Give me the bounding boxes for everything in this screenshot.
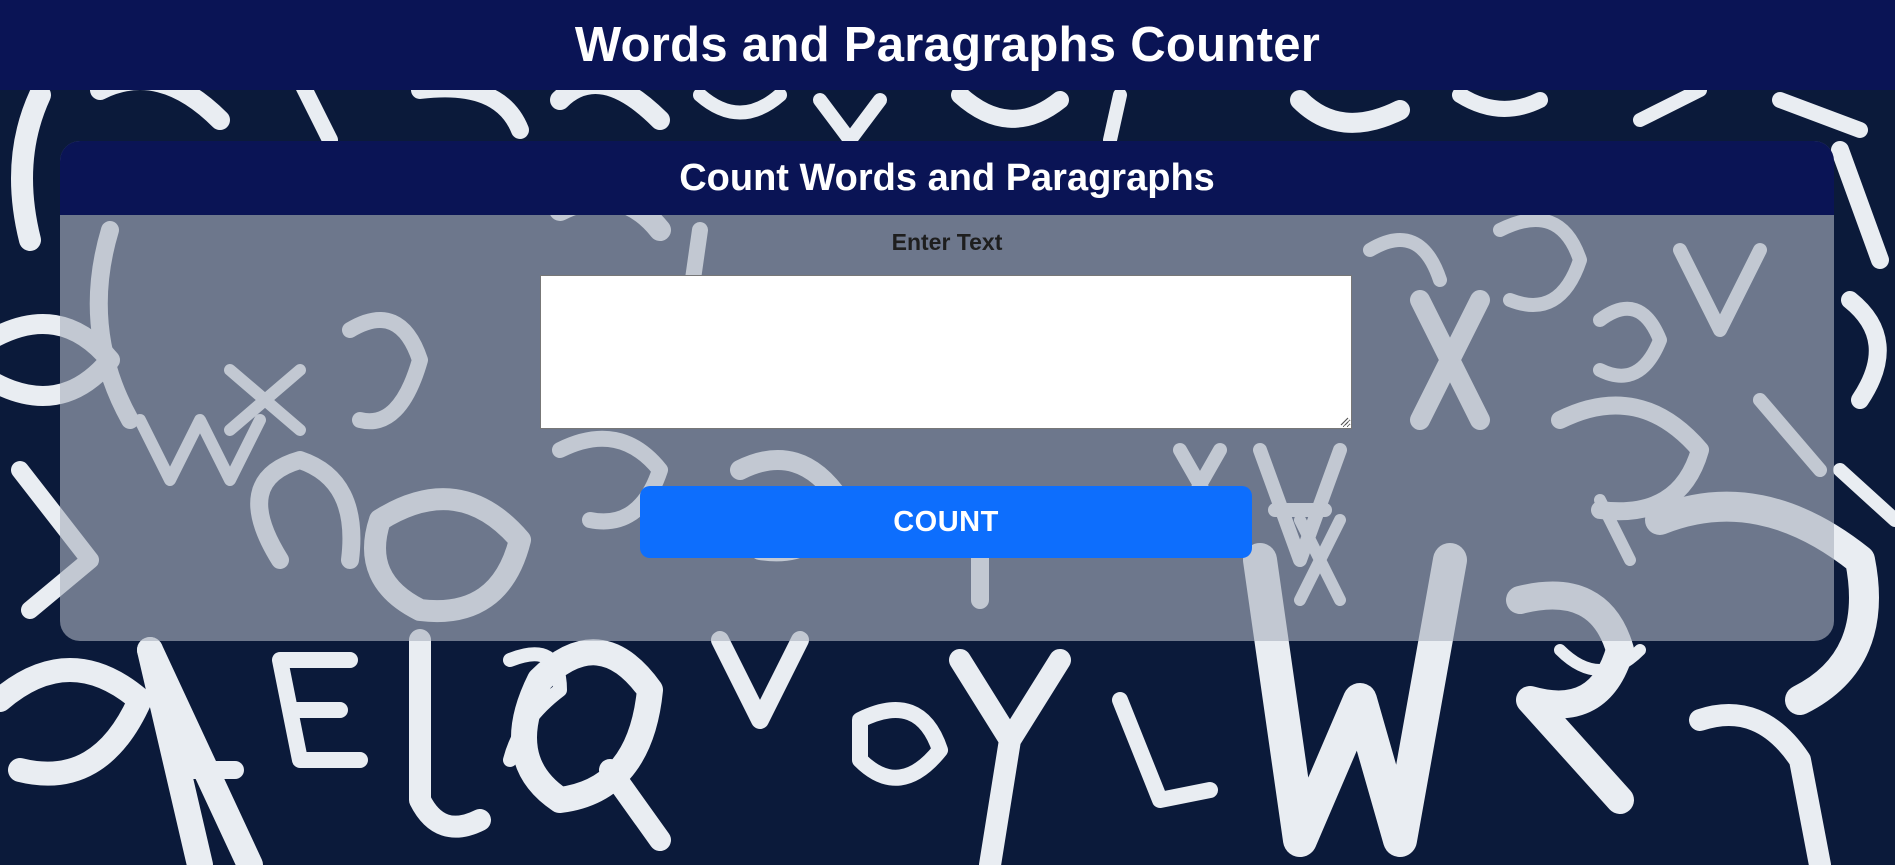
card-title: Count Words and Paragraphs bbox=[679, 156, 1215, 199]
card-header: Count Words and Paragraphs bbox=[60, 141, 1834, 215]
page-title: Words and Paragraphs Counter bbox=[574, 18, 1321, 72]
page-header: Words and Paragraphs Counter bbox=[0, 0, 1895, 90]
card-body: Enter Text COUNT bbox=[60, 215, 1834, 641]
count-button[interactable]: COUNT bbox=[640, 486, 1252, 558]
counter-card: Count Words and Paragraphs Enter Text CO… bbox=[60, 141, 1834, 641]
enter-text-label: Enter Text bbox=[891, 229, 1003, 255]
text-input[interactable] bbox=[540, 275, 1352, 429]
